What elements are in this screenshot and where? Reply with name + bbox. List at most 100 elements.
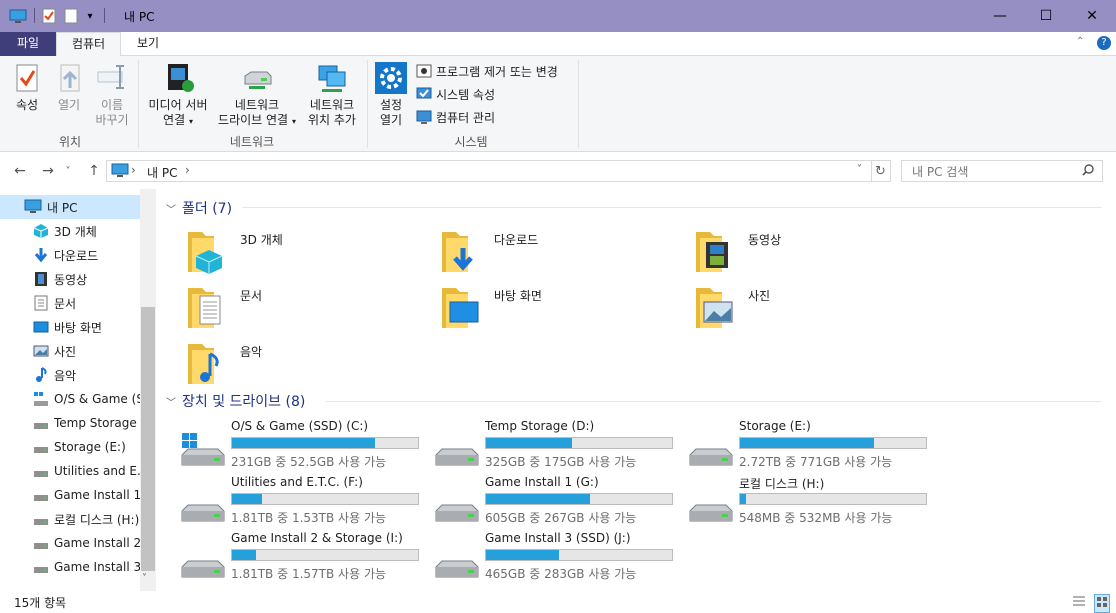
nav-item-drive-d[interactable]: Temp Storage (D:) bbox=[0, 411, 140, 435]
breadcrumb-separator[interactable]: › bbox=[185, 163, 190, 177]
drive-usage-bar bbox=[231, 437, 419, 449]
drive-tile[interactable]: Game Install 1 (G:) 605GB 중 267GB 사용 가능 bbox=[434, 475, 684, 527]
nav-item-music[interactable]: 음악 bbox=[0, 363, 140, 387]
properties-button[interactable]: 속성 bbox=[8, 62, 46, 113]
tab-computer[interactable]: 컴퓨터 bbox=[56, 32, 121, 57]
drive-free-space: 465GB 중 283GB 사용 가능 bbox=[485, 567, 637, 581]
folder-3d-objects[interactable]: 3D 개체 bbox=[184, 228, 424, 278]
drive-usage-fill bbox=[232, 550, 257, 560]
nav-item-3d-objects[interactable]: 3D 개체 bbox=[0, 219, 140, 243]
minimize-button[interactable]: — bbox=[977, 0, 1023, 32]
nav-item-documents[interactable]: 문서 bbox=[0, 291, 140, 315]
programs-icon bbox=[416, 63, 432, 79]
ribbon-tabs: 파일 컴퓨터 보기 ⌃ ? bbox=[0, 32, 1116, 57]
system-properties-button[interactable]: 시스템 속성 bbox=[416, 85, 495, 103]
folders-section-header[interactable]: ﹀ 폴더 (7) bbox=[166, 198, 232, 218]
open-button[interactable]: 열기 bbox=[52, 62, 86, 113]
add-network-location-button[interactable]: 네트워크 위치 추가 bbox=[304, 62, 360, 128]
new-folder-quick-icon[interactable] bbox=[62, 7, 80, 25]
hard-drive-icon bbox=[180, 489, 226, 525]
computer-management-label: 컴퓨터 관리 bbox=[436, 110, 496, 125]
media-server-button[interactable]: 미디어 서버 연결 ▾ bbox=[144, 62, 212, 129]
nav-item-drive-g[interactable]: Game Install 1 (G:) bbox=[0, 483, 140, 507]
search-input[interactable]: 내 PC 검색 bbox=[901, 160, 1103, 182]
back-button[interactable]: ← bbox=[10, 161, 30, 181]
customize-quick-access-button[interactable]: ▾ bbox=[83, 7, 97, 25]
drives-section-header[interactable]: ﹀ 장치 및 드라이브 (8) bbox=[166, 391, 305, 411]
nav-item-downloads[interactable]: 다운로드 bbox=[0, 243, 140, 267]
large-icons-view-icon[interactable] bbox=[1094, 594, 1110, 613]
add-location-label-1: 네트워크 bbox=[309, 98, 355, 112]
drive-tile[interactable]: Game Install 3 (SSD) (J:) 465GB 중 283GB 사… bbox=[434, 531, 684, 583]
hard-drive-icon bbox=[688, 489, 734, 525]
up-button[interactable]: ↑ bbox=[84, 161, 104, 181]
help-icon[interactable]: ? bbox=[1097, 36, 1111, 50]
breadcrumb-separator: › bbox=[131, 163, 136, 177]
details-view-icon[interactable] bbox=[1072, 594, 1086, 611]
nav-item-this-pc[interactable]: 내 PC bbox=[0, 195, 140, 219]
folder-name: 바탕 화면 bbox=[494, 289, 542, 303]
nav-scrollbar-thumb[interactable] bbox=[141, 307, 155, 571]
folder-name: 문서 bbox=[240, 289, 263, 303]
system-properties-icon bbox=[416, 86, 432, 102]
drive-name: Game Install 3 (SSD) (J:) bbox=[485, 531, 631, 545]
address-history-chevron-icon[interactable]: ˅ bbox=[857, 164, 862, 175]
drive-tile[interactable]: Temp Storage (D:) 325GB 중 175GB 사용 가능 bbox=[434, 419, 684, 471]
nav-item-drive-j[interactable]: Game Install 3 (SSD) (J:) bbox=[0, 555, 140, 579]
drive-usage-bar bbox=[485, 549, 673, 561]
folder-pictures[interactable]: 사진 bbox=[692, 284, 932, 334]
drive-tile[interactable]: Utilities and E.T.C. (F:) 1.81TB 중 1.53TB… bbox=[180, 475, 430, 527]
nav-item-drive-i[interactable]: Game Install 2 & Storage (I:) bbox=[0, 531, 140, 555]
nav-item-drive-h[interactable]: 로컬 디스크 (H:) bbox=[0, 507, 140, 531]
drive-tile[interactable]: 로컬 디스크 (H:) 548MB 중 532MB 사용 가능 bbox=[688, 475, 938, 527]
computer-icon[interactable] bbox=[8, 7, 28, 25]
nav-item-desktop[interactable]: 바탕 화면 bbox=[0, 315, 140, 339]
forward-button[interactable]: → bbox=[38, 161, 58, 181]
nav-label: 사진 bbox=[54, 344, 77, 359]
nav-label: Storage (E:) bbox=[54, 440, 126, 454]
drive-tile[interactable]: Game Install 2 & Storage (I:) 1.81TB 중 1.… bbox=[180, 531, 430, 583]
rename-button[interactable]: 이름 바꾸기 bbox=[90, 62, 134, 128]
maximize-button[interactable]: ☐ bbox=[1023, 0, 1069, 32]
search-placeholder: 내 PC 검색 bbox=[912, 165, 969, 179]
breadcrumb-this-pc[interactable]: 내 PC bbox=[147, 164, 177, 181]
chevron-down-icon: ˅ bbox=[65, 165, 71, 177]
minimize-ribbon-icon[interactable]: ⌃ bbox=[1076, 36, 1084, 47]
nav-item-videos[interactable]: 동영상 bbox=[0, 267, 140, 291]
folder-videos[interactable]: 동영상 bbox=[692, 228, 932, 278]
uninstall-programs-button[interactable]: 프로그램 제거 또는 변경 bbox=[416, 62, 558, 80]
nav-label: Game Install 1 (G:) bbox=[54, 488, 140, 502]
nav-item-drive-e[interactable]: Storage (E:) bbox=[0, 435, 140, 459]
nav-item-drive-c[interactable]: O/S & Game (SSD) (C:) bbox=[0, 387, 140, 411]
properties-quick-icon[interactable] bbox=[40, 7, 58, 25]
tab-view[interactable]: 보기 bbox=[121, 32, 175, 56]
dropdown-icon: ▾ bbox=[188, 117, 193, 126]
nav-item-drive-f[interactable]: Utilities and E.T.C. (F:) bbox=[0, 459, 140, 483]
drive-name: Game Install 2 & Storage (I:) bbox=[231, 531, 403, 545]
recent-locations-button[interactable]: ˅ bbox=[62, 161, 74, 181]
close-button[interactable]: ✕ bbox=[1069, 0, 1115, 32]
drive-tile[interactable]: Storage (E:) 2.72TB 중 771GB 사용 가능 bbox=[688, 419, 938, 471]
desktop-icon bbox=[33, 319, 49, 335]
drive-icon bbox=[33, 439, 49, 455]
media-server-icon bbox=[162, 62, 194, 94]
folder-downloads[interactable]: 다운로드 bbox=[438, 228, 678, 278]
nav-item-pictures[interactable]: 사진 bbox=[0, 339, 140, 363]
open-settings-button[interactable]: 설정 열기 bbox=[374, 62, 408, 128]
folder-music[interactable]: 음악 bbox=[184, 340, 424, 390]
tab-file[interactable]: 파일 bbox=[0, 32, 56, 56]
nav-label: 동영상 bbox=[54, 272, 88, 287]
nav-label: 바탕 화면 bbox=[54, 320, 102, 335]
drive-usage-bar bbox=[739, 493, 927, 505]
folder-desktop[interactable]: 바탕 화면 bbox=[438, 284, 678, 334]
scroll-down-icon[interactable]: ˅ bbox=[142, 573, 147, 584]
refresh-button[interactable]: ↻ bbox=[871, 160, 891, 182]
drive-tile[interactable]: O/S & Game (SSD) (C:) 231GB 중 52.5GB 사용 가… bbox=[180, 419, 430, 471]
folder-documents[interactable]: 문서 bbox=[184, 284, 424, 334]
address-bar[interactable]: › 내 PC › ˅ bbox=[106, 160, 872, 182]
computer-management-button[interactable]: 컴퓨터 관리 bbox=[416, 108, 495, 126]
map-network-drive-button[interactable]: 네트워크 드라이브 연결 ▾ bbox=[214, 62, 300, 129]
drive-name: Game Install 1 (G:) bbox=[485, 475, 599, 489]
drive-icon bbox=[33, 463, 49, 479]
nav-label: Utilities and E.T.C. (F:) bbox=[54, 464, 140, 478]
